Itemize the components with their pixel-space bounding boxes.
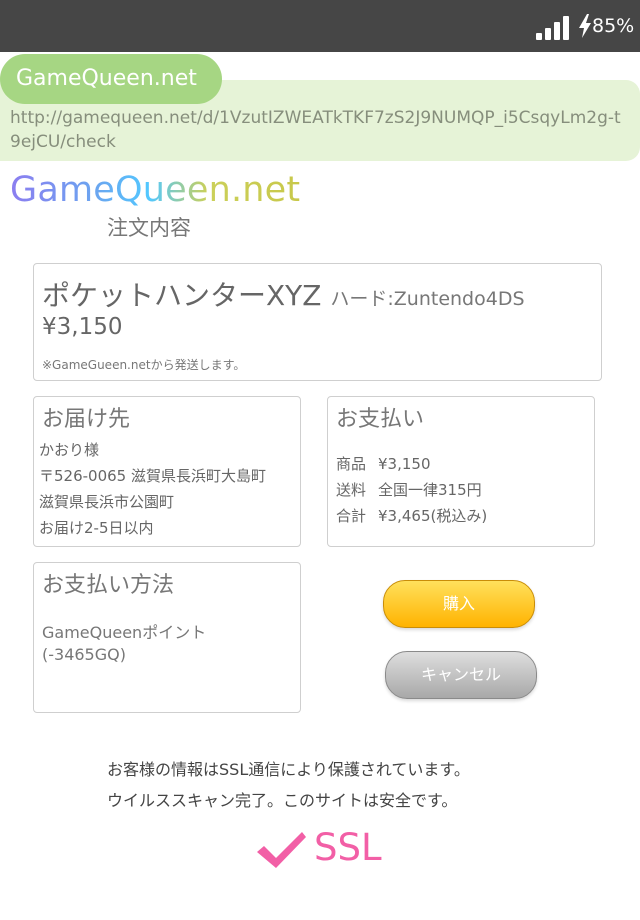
site-label-pill: GameQueen.net	[0, 54, 222, 104]
payment-row-value: ¥3,150	[378, 455, 431, 473]
product-note: ※GameGueen.netから発送します。	[42, 358, 246, 372]
payment-row-value: ¥3,465(税込み)	[378, 507, 488, 525]
signal-bars-icon	[536, 16, 572, 40]
product-name-line: ポケットハンターXYZ ハード:Zuntendo4DS	[42, 274, 525, 314]
payment-row-shipping: 送料 全国一律315円	[336, 479, 482, 500]
shipping-card: お届け先 かおり様 〒526-0065 滋賀県長浜町大島町 滋賀県長浜市公園町 …	[33, 396, 301, 547]
payment-method-points: (-3465GQ)	[42, 645, 126, 664]
payment-row-item: 商品 ¥3,150	[336, 453, 431, 474]
payment-summary-card: お支払い 商品 ¥3,150 送料 全国一律315円 合計 ¥3,465(税込み)	[327, 396, 595, 547]
lightning-bolt-icon	[579, 14, 591, 38]
payment-method-heading: お支払い方法	[42, 573, 175, 598]
virus-scan-notice: ウイルススキャン完了。このサイトは安全です。	[107, 791, 458, 810]
page-title: 注文内容	[107, 216, 191, 240]
ssl-notice: お客様の情報はSSL通信により保護されています。	[107, 760, 470, 779]
site-logo: GameQueen.net	[10, 170, 301, 210]
shipping-address-1: 〒526-0065 滋賀県長浜町大島町	[39, 467, 266, 485]
payment-row-label: 合計	[336, 507, 367, 525]
product-price: ¥3,150	[42, 314, 123, 340]
battery-percentage: 85%	[592, 15, 635, 37]
payment-method-name: GameQueenポイント	[42, 623, 207, 642]
shipping-name: かおり様	[39, 441, 100, 459]
product-hardware: ハード:Zuntendo4DS	[330, 288, 525, 310]
ssl-badge: SSL	[314, 826, 382, 869]
shipping-heading: お届け先	[42, 407, 131, 432]
payment-row-value: 全国一律315円	[378, 481, 482, 499]
payment-row-total: 合計 ¥3,465(税込み)	[336, 505, 487, 526]
cancel-button[interactable]: キャンセル	[385, 651, 537, 699]
payment-row-label: 送料	[336, 481, 367, 499]
payment-row-label: 商品	[336, 455, 367, 473]
url-text[interactable]: http://gamequeen.net/d/1VzutIZWEATkTKF7z…	[10, 106, 630, 154]
buy-button[interactable]: 購入	[383, 580, 535, 628]
checkmark-icon	[257, 832, 306, 868]
payment-heading: お支払い	[336, 407, 425, 432]
shipping-address-2: 滋賀県長浜市公園町	[39, 493, 175, 511]
product-card: ポケットハンターXYZ ハード:Zuntendo4DS ¥3,150 ※Game…	[33, 263, 602, 381]
shipping-delivery-time: お届け2-5日以内	[39, 519, 154, 537]
status-bar: 85%	[0, 0, 640, 52]
payment-method-card: お支払い方法 GameQueenポイント (-3465GQ)	[33, 562, 301, 713]
product-name: ポケットハンターXYZ	[42, 279, 322, 312]
